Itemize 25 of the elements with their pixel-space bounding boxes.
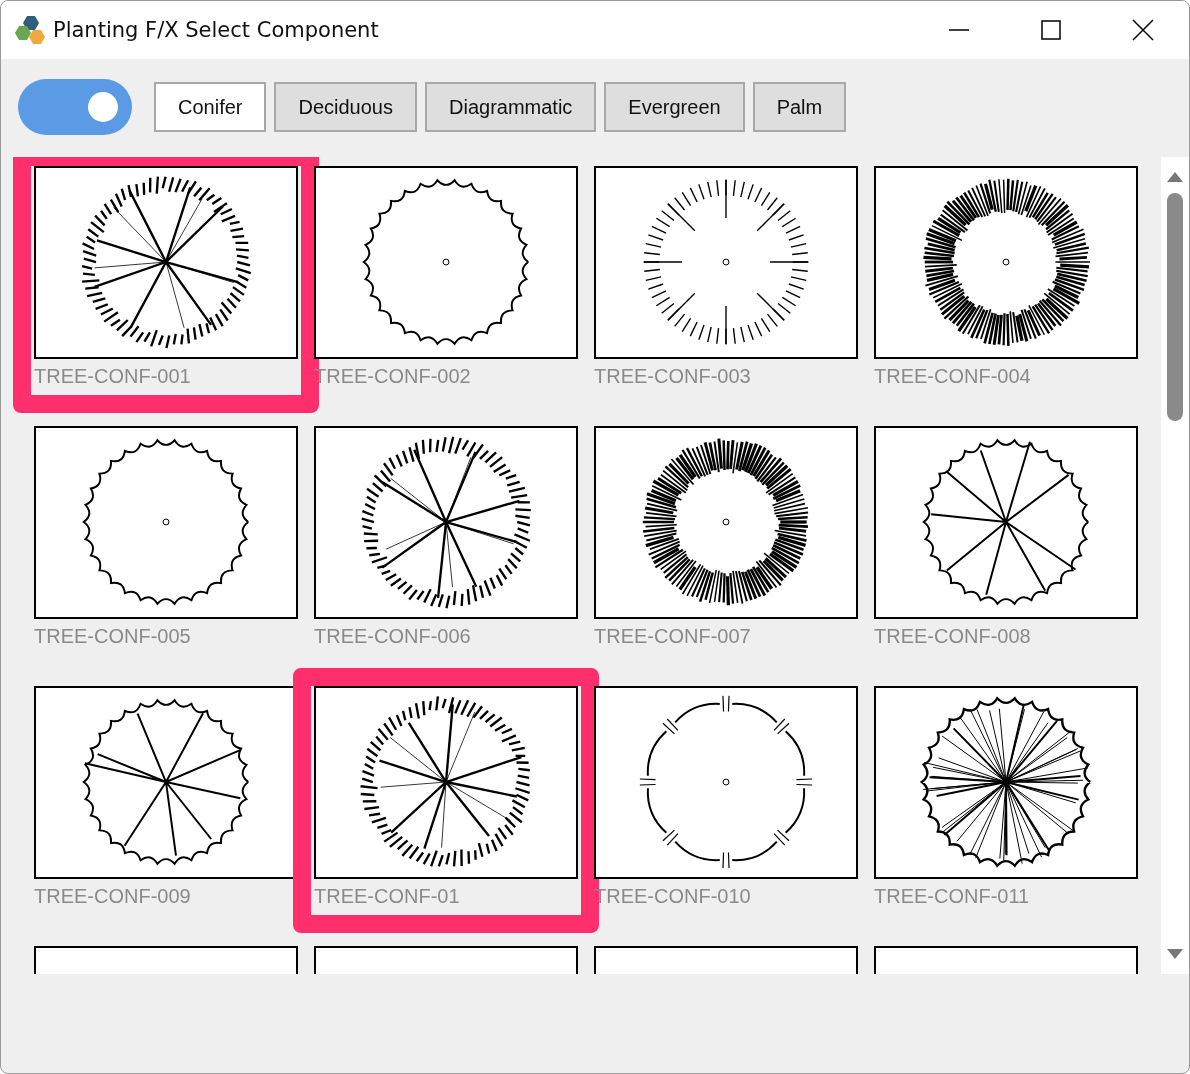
- component-label: TREE-CONF-003: [594, 365, 752, 387]
- component-label: TREE-CONF-006: [314, 625, 472, 647]
- component-label: TREE-CONF-001: [34, 365, 192, 387]
- minimize-icon: [949, 29, 969, 31]
- scrollbar-thumb[interactable]: [1167, 193, 1183, 421]
- component-label: TREE-CONF-007: [594, 625, 752, 647]
- component-label: TREE-CONF-009: [34, 885, 192, 907]
- filter-tab[interactable]: Diagrammatic: [425, 82, 597, 132]
- filter-tab[interactable]: Palm: [752, 82, 847, 132]
- toggle-switch[interactable]: [18, 79, 132, 135]
- component-label: TREE-CONF-008: [874, 625, 1032, 647]
- filter-tab[interactable]: Conifer: [154, 82, 267, 132]
- filter-tab[interactable]: Evergreen: [604, 82, 745, 132]
- close-icon: [1132, 19, 1154, 41]
- component-label: TREE-CONF-011: [874, 885, 1031, 907]
- component-label: TREE-CONF-004: [874, 365, 1032, 387]
- scroll-down-icon: [1166, 948, 1184, 960]
- component-label: TREE-CONF-01: [314, 885, 461, 907]
- component-label: TREE-CONF-005: [34, 625, 192, 647]
- window-title: Planting F/X Select Component: [53, 18, 379, 42]
- scroll-up-icon: [1166, 171, 1184, 183]
- app-logo-icon: [15, 14, 47, 46]
- scrollbar[interactable]: [1161, 157, 1189, 974]
- filter-tab[interactable]: Deciduous: [274, 82, 417, 132]
- maximize-icon: [1041, 20, 1061, 40]
